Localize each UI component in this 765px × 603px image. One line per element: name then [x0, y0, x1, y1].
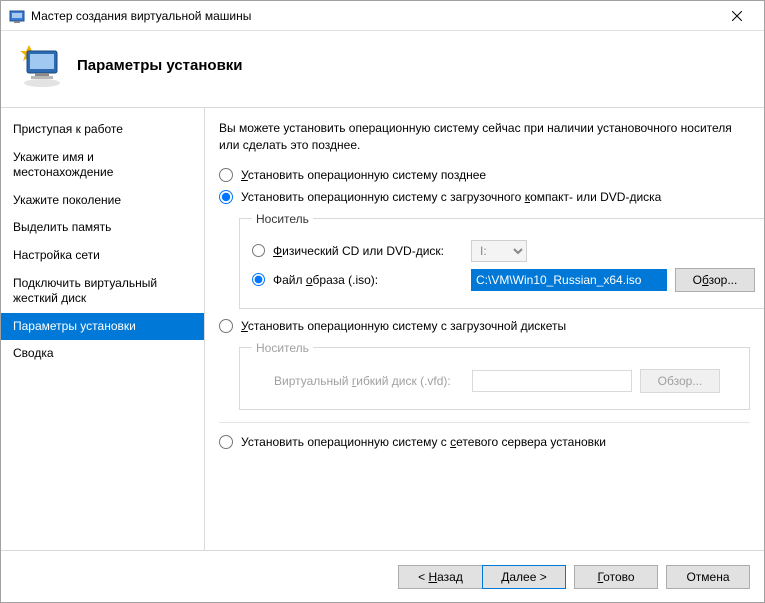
sidebar-item-start[interactable]: Приступая к работе [1, 116, 204, 144]
wizard-footer: < Назад Далее > Готово Отмена [1, 550, 764, 602]
radio-later-label: Установить операционную систему позднее [241, 168, 486, 182]
main-panel: Вы можете установить операционную систем… [205, 108, 764, 550]
finish-button[interactable]: Готово [574, 565, 658, 589]
sidebar: Приступая к работе Укажите имя и местона… [1, 108, 205, 550]
radio-install-cddvd[interactable]: Установить операционную систему с загруз… [219, 190, 750, 204]
wizard-body: Приступая к работе Укажите имя и местона… [1, 107, 764, 550]
media-legend-floppy: Носитель [252, 341, 313, 355]
vfd-row: Виртуальный гибкий диск (.vfd): Обзор... [252, 369, 737, 393]
drive-select[interactable]: I: [471, 240, 527, 262]
radio-floppy-input[interactable] [219, 319, 233, 333]
page-title: Параметры установки [77, 57, 243, 74]
cancel-button[interactable]: Отмена [666, 565, 750, 589]
media-fieldset-cddvd: Носитель Физический CD или DVD-диск: I: … [239, 212, 764, 309]
vfd-path-input [472, 370, 632, 392]
radio-floppy-label: Установить операционную систему с загруз… [241, 319, 566, 333]
radio-network-input[interactable] [219, 435, 233, 449]
wizard-header: Параметры установки [1, 31, 764, 107]
intro-text: Вы можете установить операционную систем… [219, 120, 750, 154]
separator [219, 422, 750, 423]
media-fieldset-floppy: Носитель Виртуальный гибкий диск (.vfd):… [239, 341, 750, 410]
back-button[interactable]: < Назад [398, 565, 482, 589]
radio-install-floppy[interactable]: Установить операционную систему с загруз… [219, 319, 750, 333]
wizard-icon [17, 41, 65, 89]
browse-iso-button[interactable]: Обзор... [675, 268, 755, 292]
radio-network-label: Установить операционную систему с сетево… [241, 435, 606, 449]
iso-row[interactable]: Файл образа (.iso): Обзор... [252, 268, 755, 292]
iso-label: Файл образа (.iso): [273, 273, 463, 287]
close-icon [732, 11, 742, 21]
sidebar-item-network[interactable]: Настройка сети [1, 242, 204, 270]
sidebar-item-install[interactable]: Параметры установки [1, 313, 204, 341]
close-button[interactable] [714, 1, 760, 31]
title-bar: Мастер создания виртуальной машины [1, 1, 764, 31]
media-legend: Носитель [252, 212, 313, 226]
browse-vfd-button: Обзор... [640, 369, 720, 393]
vfd-label: Виртуальный гибкий диск (.vfd): [274, 374, 464, 388]
radio-iso-input[interactable] [252, 273, 265, 286]
sidebar-item-summary[interactable]: Сводка [1, 340, 204, 368]
app-icon [9, 8, 25, 24]
sidebar-item-disk[interactable]: Подключить виртуальный жесткий диск [1, 270, 204, 313]
sidebar-item-memory[interactable]: Выделить память [1, 214, 204, 242]
next-button[interactable]: Далее > [482, 565, 566, 589]
radio-install-later[interactable]: Установить операционную систему позднее [219, 168, 750, 182]
radio-later-input[interactable] [219, 168, 233, 182]
sidebar-item-name[interactable]: Укажите имя и местонахождение [1, 144, 204, 187]
nav-buttons: < Назад Далее > [398, 565, 566, 589]
iso-path-input[interactable] [471, 269, 667, 291]
radio-install-network[interactable]: Установить операционную систему с сетево… [219, 435, 750, 449]
physical-label: Физический CD или DVD-диск: [273, 244, 463, 258]
radio-cddvd-label: Установить операционную систему с загруз… [241, 190, 661, 204]
physical-disc-row[interactable]: Физический CD или DVD-диск: I: [252, 240, 755, 262]
window-title: Мастер создания виртуальной машины [31, 9, 714, 23]
radio-physical-input[interactable] [252, 244, 265, 257]
radio-cddvd-input[interactable] [219, 190, 233, 204]
sidebar-item-generation[interactable]: Укажите поколение [1, 187, 204, 215]
